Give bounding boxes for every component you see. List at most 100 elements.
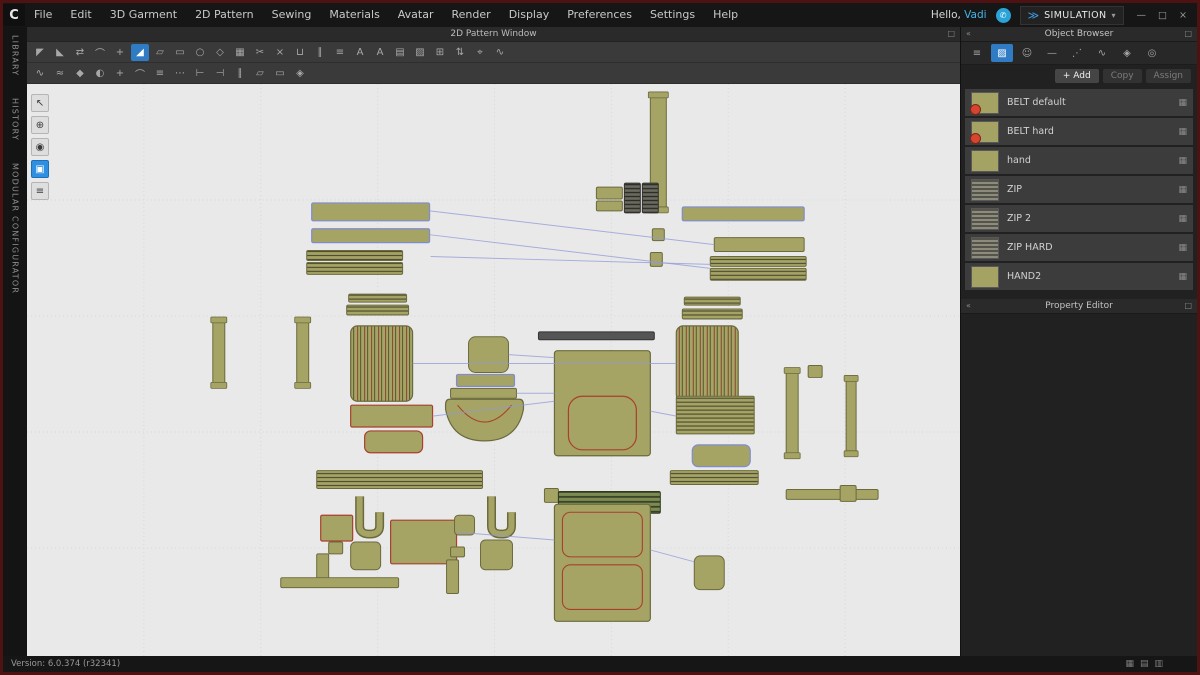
fabric-options-icon[interactable]: ▦ [1178, 156, 1187, 166]
pattern-piece[interactable] [713, 237, 805, 253]
pattern-canvas[interactable]: ↖ ⊕ ◉ ▣ ≡ [27, 84, 960, 656]
edit-pattern-tool-icon[interactable]: ◣ [51, 44, 69, 61]
menu-materials[interactable]: Materials [320, 3, 388, 27]
fabric-options-icon[interactable]: ▦ [1178, 243, 1187, 253]
popout-icon[interactable]: □ [1184, 27, 1192, 41]
polygon-tool-icon[interactable]: ▱ [151, 44, 169, 61]
menu-file[interactable]: File [25, 3, 61, 27]
segment-sewing-tool-icon[interactable]: ∿ [31, 65, 49, 82]
pattern-piece[interactable] [785, 488, 879, 500]
chat-icon[interactable]: ✆ [995, 7, 1011, 23]
pattern-piece[interactable] [623, 182, 641, 214]
trim-tab-icon[interactable]: ◈ [1116, 44, 1138, 62]
pattern-piece[interactable] [210, 316, 228, 324]
pattern-piece[interactable] [450, 546, 466, 558]
pattern-piece[interactable] [543, 487, 559, 503]
pattern-piece[interactable] [843, 375, 859, 382]
puckering-tab-icon[interactable]: ∿ [1091, 44, 1113, 62]
fabric-tab-icon[interactable]: ▨ [991, 44, 1013, 62]
canvas-focus-tool-icon[interactable]: ◉ [31, 138, 49, 156]
rail-tab-modular-configurator[interactable]: MODULAR CONFIGURATOR [11, 163, 20, 294]
pattern-piece[interactable] [311, 202, 431, 222]
pattern-piece[interactable] [709, 255, 807, 267]
menu-render[interactable]: Render [443, 3, 500, 27]
pattern-piece[interactable] [595, 186, 623, 200]
notch-tool-icon[interactable]: ∥ [311, 44, 329, 61]
pattern-piece[interactable] [390, 519, 458, 565]
pattern-piece[interactable] [839, 484, 857, 502]
pattern-piece[interactable] [595, 200, 623, 212]
pattern-piece[interactable] [683, 296, 741, 306]
menu-settings[interactable]: Settings [641, 3, 704, 27]
fabric-row-zip[interactable]: ZIP ▦ [965, 176, 1193, 203]
fabric-options-icon[interactable]: ▦ [1178, 185, 1187, 195]
edit-curve-point-tool-icon[interactable]: ◢ [131, 43, 149, 61]
menu-sewing[interactable]: Sewing [263, 3, 321, 27]
assign-button[interactable]: Assign [1145, 69, 1191, 83]
free-sewing-tool-icon[interactable]: ≈ [51, 65, 69, 82]
view-grid-toggle-icon[interactable]: ▦ [1125, 659, 1134, 669]
pattern-piece[interactable] [843, 450, 859, 458]
sewing-fold-tool-icon[interactable]: ⌒ [131, 65, 149, 82]
pattern-piece[interactable] [212, 318, 226, 387]
close-button[interactable]: × [1179, 10, 1187, 21]
pattern-piece[interactable] [364, 430, 424, 454]
fabric-options-icon[interactable]: ▦ [1178, 214, 1187, 224]
pattern-piece[interactable] [693, 555, 725, 591]
curve-ruler-tool-icon[interactable]: ∿ [491, 44, 509, 61]
button-tab-icon[interactable]: ☺ [1016, 44, 1038, 62]
pattern-piece[interactable] [350, 404, 434, 428]
seam-allowance-tool-icon[interactable]: ⊔ [291, 44, 309, 61]
fabric-row-belt-hard[interactable]: BELT hard ▦ [965, 118, 1193, 145]
piping-tab-icon[interactable]: ◎ [1141, 44, 1163, 62]
copy-button[interactable]: Copy [1102, 69, 1142, 83]
simulation-mode-dropdown[interactable]: ≫ SIMULATION ▾ [1019, 5, 1124, 25]
canvas-select-tool-icon[interactable]: ↖ [31, 94, 49, 112]
pattern-piece[interactable] [328, 541, 344, 555]
pattern-piece[interactable] [316, 470, 484, 489]
edit-sewing-tool-icon[interactable]: + [111, 65, 129, 82]
circle-tool-icon[interactable]: ○ [191, 44, 209, 61]
restore-button[interactable]: □ [1158, 10, 1167, 21]
mn-segment-sewing-tool-icon[interactable]: ◆ [71, 65, 89, 82]
pattern-piece[interactable] [210, 381, 228, 389]
steam-tool-icon[interactable]: ≡ [151, 65, 169, 82]
texture-editor-tool-icon[interactable]: ▨ [411, 44, 429, 61]
pattern-piece[interactable] [280, 577, 400, 589]
popout-icon[interactable]: □ [947, 27, 955, 41]
pattern-piece[interactable] [294, 381, 312, 389]
grainline-tool-icon[interactable]: ⇅ [451, 44, 469, 61]
rail-tab-library[interactable]: LIBRARY [11, 35, 20, 76]
transform-pattern-tool-icon[interactable]: ◤ [31, 44, 49, 61]
pattern-piece[interactable] [348, 293, 408, 303]
collapse-icon[interactable]: « [966, 299, 971, 313]
pin-start-tool-icon[interactable]: ⊢ [191, 65, 209, 82]
fabric-options-icon[interactable]: ▦ [1178, 127, 1187, 137]
pattern-piece[interactable] [785, 369, 799, 458]
pattern-piece[interactable] [320, 514, 354, 542]
pattern-piece[interactable] [783, 367, 801, 374]
fabric-row-hand2[interactable]: HAND2 ▦ [965, 263, 1193, 290]
pattern-piece[interactable] [681, 206, 805, 222]
fabric-row-hand[interactable]: hand ▦ [965, 147, 1193, 174]
fabric-options-icon[interactable]: ▦ [1178, 98, 1187, 108]
canvas-layer-tool-icon[interactable]: ≡ [31, 182, 49, 200]
pattern-piece[interactable] [783, 452, 801, 460]
fabric-row-zip-hard[interactable]: ZIP HARD ▦ [965, 234, 1193, 261]
menu-3d-garment[interactable]: 3D Garment [101, 3, 186, 27]
edit-point-tool-icon[interactable]: ⇄ [71, 44, 89, 61]
add-point-tool-icon[interactable]: + [111, 44, 129, 61]
view-3d-toggle-icon[interactable]: ▥ [1154, 659, 1163, 669]
pin-end-tool-icon[interactable]: ⊣ [211, 65, 229, 82]
grid-tool-icon[interactable]: ▤ [391, 44, 409, 61]
pattern-piece[interactable] [306, 261, 404, 275]
zipper-tool-icon[interactable]: ▭ [271, 65, 289, 82]
print-layout-tool-icon[interactable]: ⊞ [431, 44, 449, 61]
elastic-tool-icon[interactable]: ∥ [231, 65, 249, 82]
pattern-piece[interactable] [350, 541, 382, 571]
button-tool-icon[interactable]: ◈ [291, 65, 309, 82]
pattern-piece[interactable] [446, 559, 460, 595]
pattern-piece[interactable] [669, 470, 759, 485]
stitch-tab-icon[interactable]: ⋰ [1066, 44, 1088, 62]
pattern-piece[interactable] [455, 373, 516, 387]
